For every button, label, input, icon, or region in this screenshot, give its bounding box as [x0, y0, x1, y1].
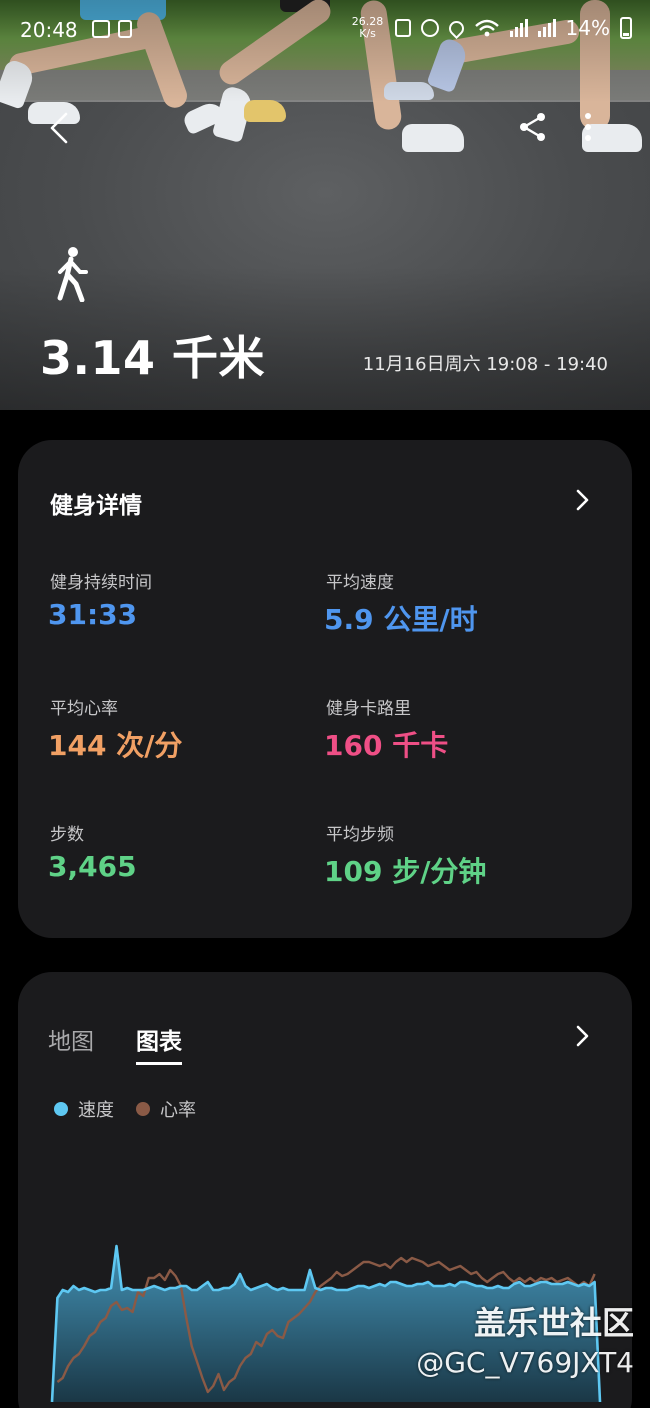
status-right-icons: 26.28 K/s 14%	[351, 16, 632, 40]
watermark-title: 盖乐世社区	[473, 1304, 634, 1342]
battery-alert-icon	[118, 20, 132, 38]
legend-item-speed: 速度	[54, 1096, 114, 1122]
stat-label-cadence: 平均步频	[326, 825, 394, 845]
wifi-icon	[474, 19, 499, 37]
chevron-right-icon[interactable]	[570, 1024, 594, 1048]
stat-label-duration: 健身持续时间	[50, 573, 152, 593]
more-options-icon[interactable]	[578, 112, 598, 142]
back-icon[interactable]	[46, 112, 74, 144]
status-bar: 20:48 26.28 K/s 14%	[0, 14, 650, 48]
legend-label-heart-rate: 心率	[160, 1100, 196, 1121]
watermark-user: @GC_V769JXT4	[416, 1346, 634, 1379]
alarm-icon	[420, 19, 439, 37]
legend-item-heart-rate: 心率	[136, 1096, 196, 1122]
stat-label-calories: 健身卡路里	[326, 699, 411, 719]
workout-datetime: 11月16日周六 19:08 - 19:40	[362, 354, 608, 375]
legend-dot-speed	[54, 1102, 68, 1116]
tab-chart[interactable]: 图表	[136, 1022, 182, 1065]
status-notification-icons	[92, 20, 132, 38]
stat-value-cadence: 109 步/分钟	[324, 855, 487, 888]
stat-label-steps: 步数	[50, 825, 84, 845]
signal-5g-icon	[509, 19, 528, 37]
legend-dot-heart-rate	[136, 1102, 150, 1116]
location-icon	[445, 17, 467, 39]
stat-value-avg-heart-rate: 144 次/分	[48, 729, 183, 762]
distance-value: 3.14 千米	[40, 331, 266, 385]
workout-details-card[interactable]: 健身详情 健身持续时间 31:33 平均速度 5.9 公里/时 平均心率 144…	[18, 440, 632, 938]
signal-4g-icon	[537, 19, 556, 37]
battery-icon	[620, 17, 632, 39]
stat-value-avg-speed: 5.9 公里/时	[324, 603, 478, 636]
network-speed-unit: K/s	[359, 27, 376, 40]
share-icon[interactable]	[518, 112, 548, 142]
walk-icon	[57, 247, 88, 302]
stat-label-avg-heart-rate: 平均心率	[50, 699, 118, 719]
stat-value-steps: 3,465	[48, 850, 137, 883]
stat-value-calories: 160 千卡	[324, 729, 449, 762]
network-speed: 26.28 K/s	[351, 16, 385, 40]
chart-legend: 速度 心率	[54, 1096, 208, 1122]
tab-map[interactable]: 地图	[48, 1022, 94, 1056]
card-title: 健身详情	[50, 493, 142, 519]
battery-percent: 14%	[565, 16, 610, 40]
chevron-right-icon[interactable]	[570, 488, 594, 512]
gallery-icon	[92, 20, 110, 38]
stat-label-avg-speed: 平均速度	[326, 573, 394, 593]
status-time: 20:48	[20, 18, 78, 42]
legend-label-speed: 速度	[78, 1100, 114, 1121]
battery-saver-icon	[394, 19, 411, 37]
stat-value-duration: 31:33	[48, 598, 138, 631]
